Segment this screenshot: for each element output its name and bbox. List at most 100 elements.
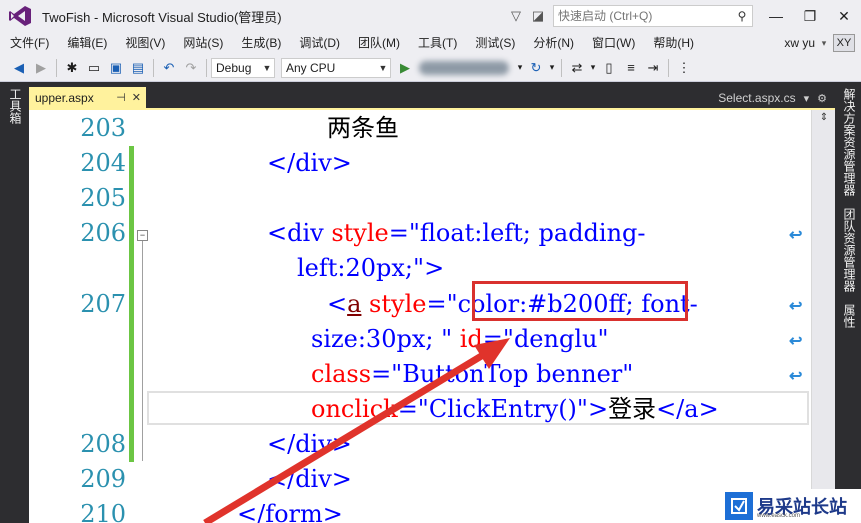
format-icon[interactable]: ≡ (620, 57, 642, 79)
menu-website[interactable]: 网站(S) (173, 32, 231, 54)
line-number: 208 (80, 430, 126, 458)
indent-icon[interactable]: ⇥ (642, 57, 664, 79)
code-attr: onclick (311, 395, 398, 423)
navigate-back-icon[interactable]: ◀ (8, 57, 30, 79)
code-tag: > (587, 395, 609, 423)
tab-list-dropdown-icon[interactable]: ▾ (804, 92, 810, 105)
menu-team[interactable]: 团队(M) (348, 32, 408, 54)
code-attr: style (331, 219, 389, 247)
save-all-icon[interactable]: ▤ (127, 57, 149, 79)
minimize-button[interactable]: — (759, 0, 793, 32)
menu-window[interactable]: 窗口(W) (582, 32, 643, 54)
redo-icon[interactable]: ↷ (180, 57, 202, 79)
code-text: 两条鱼 (327, 114, 399, 142)
undo-icon[interactable]: ↶ (158, 57, 180, 79)
word-wrap-icon: ↩ (789, 227, 803, 244)
tab-select-aspx-cs[interactable]: Select.aspx.cs ▾ ⚙ (718, 88, 827, 108)
toolbar-separator (56, 58, 57, 77)
word-wrap-icon: ↩ (789, 333, 803, 350)
quick-launch[interactable]: ⚲ (553, 5, 753, 27)
configuration-dropdown[interactable]: Debug ▼ (211, 57, 275, 78)
line-number: 205 (80, 184, 126, 212)
vertical-scrollbar[interactable]: ⇕ (811, 110, 835, 523)
tab-label: Select.aspx.cs (718, 91, 796, 105)
menu-build[interactable]: 生成(B) (231, 32, 289, 54)
pin-icon[interactable]: ⊣ (116, 91, 126, 104)
chevron-down-icon[interactable]: ▾ (588, 57, 598, 79)
left-tool-strip: 工具箱 (0, 82, 29, 523)
menu-analyze[interactable]: 分析(N) (523, 32, 582, 54)
navigate-forward-icon[interactable]: ▶ (30, 57, 52, 79)
menu-file[interactable]: 文件(F) (0, 32, 57, 54)
filter-icon[interactable]: ▽ (505, 5, 527, 27)
refresh-icon[interactable]: ↻ (525, 57, 547, 79)
menu-test[interactable]: 测试(S) (465, 32, 523, 54)
code-line-210: </form> (237, 497, 343, 523)
code-tag: > (424, 254, 445, 282)
standard-toolbar: ◀ ▶ ✱ ▭ ▣ ▤ ↶ ↷ Debug ▼ Any CPU ▼ ▶ ▾ ↻ … (0, 54, 861, 82)
document-icon[interactable]: ▯ (598, 57, 620, 79)
watermark: 易采站长站 www.easck.com (723, 489, 861, 523)
menu-help[interactable]: 帮助(H) (643, 32, 702, 54)
menu-debug[interactable]: 调试(D) (289, 32, 348, 54)
properties-tab[interactable]: 属性 (841, 304, 858, 328)
toolbar-separator (206, 58, 207, 77)
line-number: 210 (80, 500, 126, 523)
platform-value: Any CPU (286, 60, 336, 75)
code-line-204: </div> (267, 146, 352, 181)
feedback-icon[interactable]: ◪ (527, 5, 549, 27)
collapse-icon[interactable]: − (137, 230, 148, 241)
code-eq: = (371, 360, 392, 388)
quick-launch-input[interactable] (554, 9, 732, 23)
browser-target-blurred[interactable] (419, 60, 509, 75)
code-value: "denglu" (502, 325, 609, 353)
code-line-203: 两条鱼 (327, 111, 399, 146)
configuration-value: Debug (216, 60, 252, 75)
close-icon[interactable]: ✕ (132, 91, 141, 104)
chevron-down-icon[interactable]: ▾ (819, 32, 829, 54)
avatar[interactable]: XY (833, 34, 855, 52)
chevron-down-icon[interactable]: ▾ (547, 57, 557, 79)
code-attr: style (361, 290, 427, 318)
new-project-icon[interactable]: ✱ (61, 57, 83, 79)
code-tag: </a> (656, 395, 719, 423)
restore-button[interactable]: ❐ (793, 0, 827, 32)
open-file-icon[interactable]: ▭ (83, 57, 105, 79)
menu-tools[interactable]: 工具(T) (408, 32, 465, 54)
menu-view[interactable]: 视图(V) (115, 32, 173, 54)
chevron-down-icon[interactable]: ▾ (515, 57, 525, 79)
outline-guide (142, 241, 143, 461)
code-attr: id (452, 325, 483, 353)
start-debugging-icon[interactable]: ▶ (397, 60, 413, 76)
tab-upper-aspx[interactable]: upper.aspx ⊣ ✕ (29, 87, 146, 108)
document-tab-well: upper.aspx ⊣ ✕ Select.aspx.cs ▾ ⚙ (29, 82, 835, 108)
code-value: size:30px; " (311, 325, 453, 353)
menu-edit[interactable]: 编辑(E) (57, 32, 115, 54)
search-icon[interactable]: ⚲ (732, 9, 752, 23)
title-bar: TwoFish - Microsoft Visual Studio(管理员) ▽… (0, 0, 861, 32)
save-icon[interactable]: ▣ (105, 57, 127, 79)
code-line-206-wrap: left:20px;"> (297, 251, 444, 286)
toolbar-separator (561, 58, 562, 77)
code-eq: = (397, 395, 418, 423)
user-name[interactable]: xw yu (784, 36, 819, 50)
toolbox-tab[interactable]: 工具箱 (7, 88, 24, 124)
settings-icon[interactable]: ⚙ (817, 92, 827, 105)
tab-label: upper.aspx (35, 90, 94, 105)
code-attr: class (311, 360, 372, 388)
toolbar-overflow-icon[interactable]: ⋮ (673, 57, 695, 79)
toolbar-separator (668, 58, 669, 77)
close-button[interactable]: ✕ (827, 0, 861, 32)
word-wrap-icon: ↩ (789, 298, 803, 315)
code-text: 登录 (608, 395, 657, 423)
code-editor[interactable]: 203 204 205 206 207 208 209 210 − 两条鱼 </… (29, 110, 835, 523)
solution-explorer-tab[interactable]: 解决方案资源管理器 (841, 88, 858, 196)
browser-link-icon[interactable]: ⇄ (566, 57, 588, 79)
code-value: "ButtonTop benner" (391, 360, 634, 388)
platform-dropdown[interactable]: Any CPU ▼ (281, 57, 391, 78)
team-explorer-tab[interactable]: 团队资源管理器 (841, 208, 858, 292)
line-number: 207 (80, 290, 126, 318)
split-window-icon[interactable]: ⇕ (816, 112, 832, 126)
line-number: 204 (80, 149, 126, 177)
code-tag: </div> (267, 465, 352, 493)
